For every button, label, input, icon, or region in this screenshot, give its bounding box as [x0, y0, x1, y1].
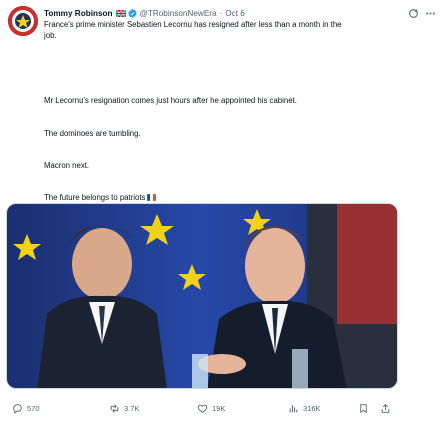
repost-icon	[110, 403, 119, 413]
views-button[interactable]: 316K	[288, 403, 321, 414]
paragraph-5-text: The future belongs to patriots	[44, 193, 146, 202]
bookmark-icon	[360, 403, 367, 413]
heart-icon	[197, 404, 208, 413]
tweet-date[interactable]: Oct 6	[225, 9, 245, 18]
tweet-header: Tommy Robinson @TRobinsonNewEra · Oct 6	[44, 6, 436, 20]
more-icon[interactable]	[425, 8, 436, 19]
tweet-text-paragraph-3: The dominoes are tumbling.	[44, 129, 141, 138]
author-name[interactable]: Tommy Robinson	[44, 9, 113, 18]
tweet-text-paragraph-1: France's prime minister Sebastien Lecorn…	[44, 20, 342, 40]
grok-icon[interactable]	[408, 8, 419, 19]
author-avatar[interactable]	[8, 6, 38, 36]
author-handle[interactable]: @TRobinsonNewEra	[140, 9, 217, 18]
reply-button[interactable]: 570	[12, 403, 40, 414]
share-button[interactable]	[380, 403, 391, 414]
reply-icon	[13, 403, 22, 414]
tweet-photo[interactable]	[6, 203, 398, 389]
separator-dot: ·	[219, 8, 223, 18]
tweet-actions: 570 3.7K 19K 316K	[6, 400, 398, 416]
like-count: 19K	[212, 403, 226, 413]
reply-count: 570	[27, 403, 40, 413]
like-button[interactable]: 19K	[197, 403, 225, 414]
share-icon	[381, 403, 390, 413]
tweet-text-paragraph-2: Mr Lecornu's resignation comes just hour…	[44, 96, 297, 105]
bookmark-button[interactable]	[358, 403, 369, 414]
views-count: 316K	[303, 403, 321, 413]
french-flag-icon	[147, 194, 157, 201]
avatar-icon	[8, 6, 38, 36]
repost-count: 3.7K	[124, 403, 140, 413]
tweet-content: Tommy Robinson @TRobinsonNewEra · Oct 6 …	[44, 6, 436, 202]
repost-button[interactable]: 3.7K	[109, 403, 139, 414]
photo-image	[7, 204, 397, 388]
views-chart-icon	[289, 404, 298, 412]
tweet-text-paragraph-4: Macron next.	[44, 161, 90, 170]
verified-badge-icon	[127, 8, 137, 18]
union-jack-flag-icon	[115, 9, 126, 17]
tweet-text-paragraph-5: The future belongs to patriots	[44, 193, 157, 204]
